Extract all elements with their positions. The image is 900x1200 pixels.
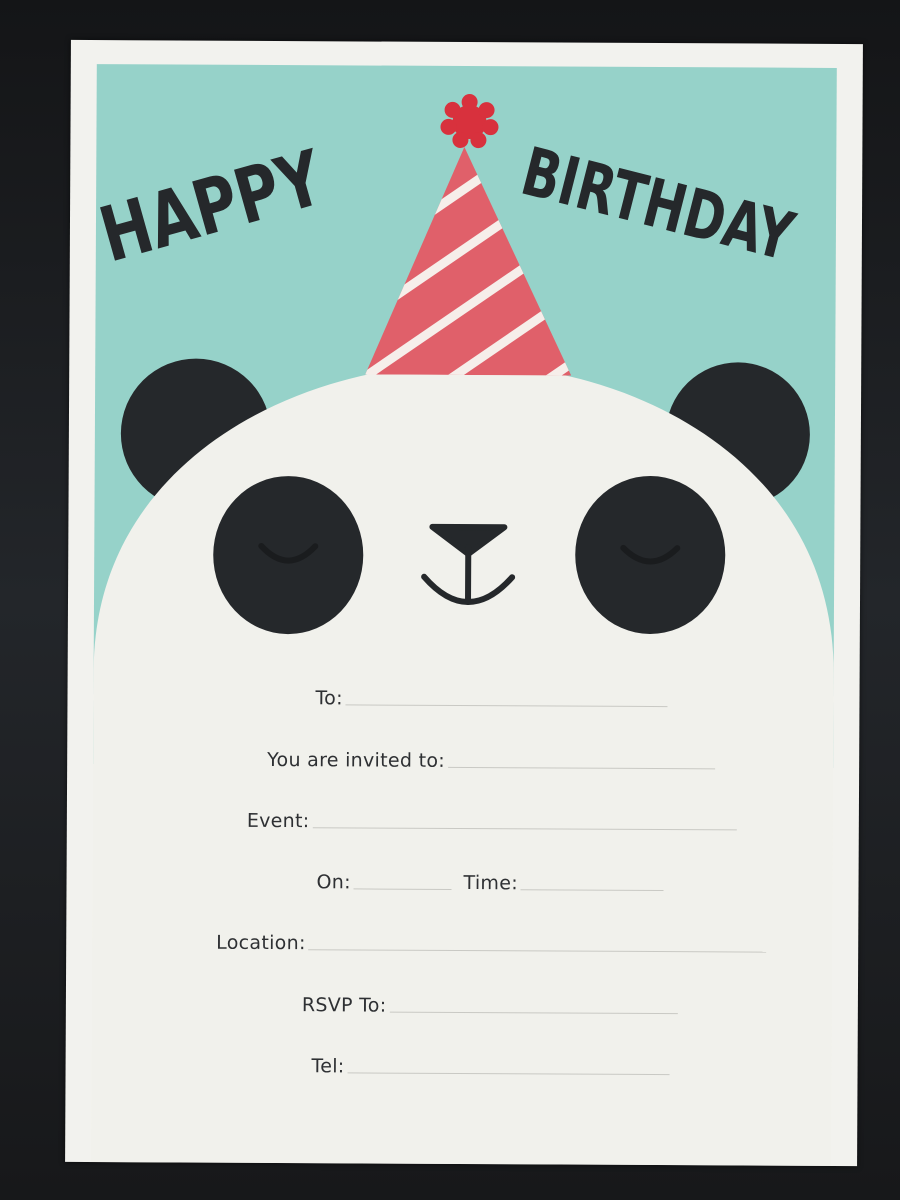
to-label: To: [315,687,343,710]
monitor-screen: HAPPY BIRTHDAY To: You are invited to: E… [0,0,900,1200]
invited-line[interactable] [447,766,716,770]
event-field[interactable]: Event: [247,804,737,835]
tel-label: Tel: [311,1055,345,1078]
to-field[interactable]: To: [315,681,668,711]
time-line[interactable] [520,889,664,892]
location-line[interactable] [308,949,767,953]
time-label: Time: [463,872,518,895]
on-field[interactable]: On: [316,865,452,894]
tel-field[interactable]: Tel: [312,1049,670,1079]
invitation-form: To: You are invited to: Event: On: Time:… [65,40,863,1166]
on-label: On: [316,871,351,894]
rsvp-field[interactable]: RSVP To: [302,988,678,1018]
on-line[interactable] [353,888,452,890]
tel-line[interactable] [347,1072,670,1076]
event-label: Event: [246,809,310,833]
invited-field[interactable]: You are invited to: [267,743,716,773]
event-line[interactable] [312,827,737,831]
rsvp-line[interactable] [389,1011,678,1015]
invitation-card: HAPPY BIRTHDAY To: You are invited to: E… [65,39,863,1167]
location-field[interactable]: Location: [216,926,767,957]
to-line[interactable] [345,704,668,708]
rsvp-label: RSVP To: [301,994,387,1017]
location-label: Location: [216,931,306,955]
time-field[interactable]: Time: [463,866,664,895]
invited-label: You are invited to: [267,748,446,772]
